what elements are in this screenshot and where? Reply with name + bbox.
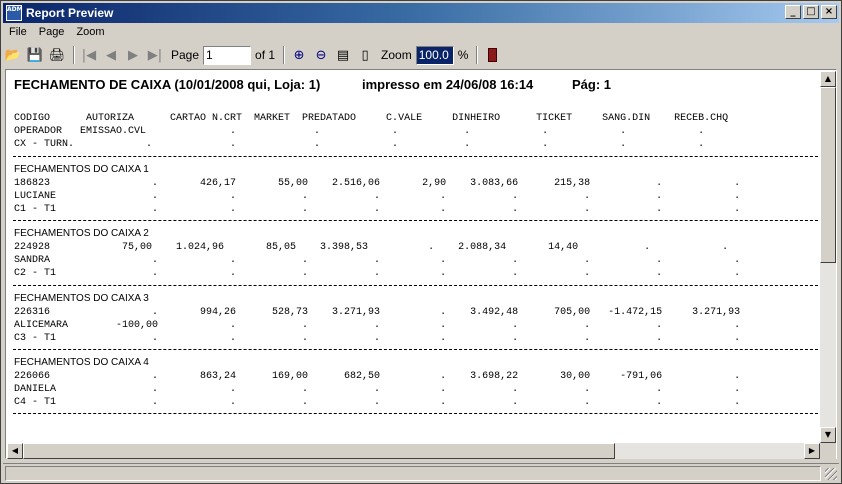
first-page-icon[interactable]: |◀ — [79, 45, 99, 65]
divider — [13, 285, 833, 286]
close-button[interactable]: × — [821, 5, 837, 19]
scroll-right-icon[interactable]: ▶ — [804, 443, 820, 459]
page-count-label: of 1 — [255, 48, 276, 62]
scroll-up-icon[interactable]: ▲ — [820, 71, 836, 87]
print-icon[interactable]: 🖨 — [47, 45, 67, 65]
report-viewport[interactable]: FECHAMENTO DE CAIXA (10/01/2008 qui, Loj… — [5, 69, 837, 459]
open-folder-icon[interactable]: 📂 — [3, 45, 23, 65]
data-row: DANIELA . . . . . . . . . — [14, 384, 741, 395]
next-page-icon[interactable]: ▶ — [123, 45, 143, 65]
maximize-button[interactable]: □ — [803, 5, 819, 19]
column-header-line: OPERADOR EMISSAO.CVL . . . . . . . — [14, 126, 705, 137]
data-row: C4 - T1 . . . . . . . . . — [14, 397, 741, 408]
data-row: 226316 . 994,26 528,73 3.271,93 . 3.492,… — [14, 307, 741, 318]
report-page-number: Pág: 1 — [572, 77, 612, 92]
last-page-icon[interactable]: ▶| — [145, 45, 165, 65]
report-preview-window: ADM Report Preview _ □ × File Page Zoom … — [0, 0, 842, 484]
save-icon[interactable]: 💾 — [25, 45, 45, 65]
horizontal-scroll-thumb[interactable] — [23, 443, 615, 459]
section-title: FECHAMENTOS DO CAIXA 3 — [14, 293, 149, 304]
vertical-scroll-thumb[interactable] — [820, 87, 836, 263]
zoom-percent-label: % — [457, 48, 469, 62]
whole-page-icon[interactable]: ▯ — [355, 45, 375, 65]
menu-zoom[interactable]: Zoom — [70, 24, 110, 42]
toolbar-separator — [476, 46, 479, 64]
minimize-button[interactable]: _ — [785, 5, 801, 19]
report-title: FECHAMENTO DE CAIXA (10/01/2008 qui, Loj… — [14, 77, 321, 92]
data-row: C1 - T1 . . . . . . . . . — [14, 204, 741, 215]
scroll-down-icon[interactable]: ▼ — [820, 427, 836, 443]
window-controls: _ □ × — [783, 5, 837, 19]
toolbar: 📂 💾 🖨 |◀ ◀ ▶ ▶| Page of 1 ⊕ ⊖ ▤ ▯ Zoom % — [3, 43, 839, 67]
divider — [13, 349, 833, 350]
zoom-out-icon[interactable]: ⊖ — [311, 45, 331, 65]
status-bar — [3, 463, 839, 482]
title-bar[interactable]: ADM Report Preview _ □ × — [3, 3, 839, 23]
divider — [13, 413, 833, 414]
menu-bar: File Page Zoom — [3, 24, 111, 42]
page-width-icon[interactable]: ▤ — [333, 45, 353, 65]
section-title: FECHAMENTOS DO CAIXA 4 — [14, 357, 149, 368]
column-header-line: CX - TURN. . . . . . . . . — [14, 139, 705, 150]
toolbar-separator — [283, 46, 286, 64]
data-row: 186823 . 426,17 55,00 2.516,06 2,90 3.08… — [14, 178, 741, 189]
menu-page[interactable]: Page — [33, 24, 71, 42]
scroll-left-icon[interactable]: ◀ — [7, 443, 23, 459]
data-row: ALICEMARA -100,00 . . . . . . . . — [14, 320, 741, 331]
report-printed-date: impresso em 24/06/08 16:14 — [362, 77, 534, 92]
report-page: FECHAMENTO DE CAIXA (10/01/2008 qui, Loj… — [6, 70, 836, 458]
data-row: 224928 75,00 1.024,96 85,05 3.398,53 . 2… — [14, 242, 729, 253]
zoom-input[interactable] — [415, 45, 454, 65]
page-label: Page — [171, 48, 200, 62]
section-title: FECHAMENTOS DO CAIXA 2 — [14, 228, 149, 239]
prev-page-icon[interactable]: ◀ — [101, 45, 121, 65]
menu-file[interactable]: File — [3, 24, 33, 42]
data-row: C3 - T1 . . . . . . . . . — [14, 333, 741, 344]
data-row: SANDRA . . . . . . . . . — [14, 255, 741, 266]
page-input[interactable] — [203, 45, 252, 65]
window-title: Report Preview — [26, 6, 114, 20]
status-panel — [5, 466, 821, 481]
data-row: LUCIANE . . . . . . . . . — [14, 191, 741, 202]
toolbar-separator — [73, 46, 75, 64]
app-icon: ADM — [6, 5, 23, 21]
data-row: C2 - T1 . . . . . . . . . — [14, 268, 741, 279]
resize-grip-icon[interactable] — [825, 468, 837, 480]
scrollbar-corner — [820, 443, 836, 459]
divider — [13, 220, 833, 221]
column-header-line: CODIGO AUTORIZA CARTAO N.CRT MARKET PRED… — [14, 113, 729, 124]
data-row: 226066 . 863,24 169,00 682,50 . 3.698,22… — [14, 371, 741, 382]
section-title: FECHAMENTOS DO CAIXA 1 — [14, 164, 149, 175]
divider — [13, 156, 833, 157]
vertical-scrollbar[interactable]: ▲ ▼ — [820, 71, 836, 443]
zoom-label: Zoom — [381, 48, 412, 62]
zoom-in-icon[interactable]: ⊕ — [289, 45, 309, 65]
exit-door-icon[interactable] — [482, 45, 502, 65]
horizontal-scrollbar[interactable]: ◀ ▶ — [7, 443, 820, 459]
